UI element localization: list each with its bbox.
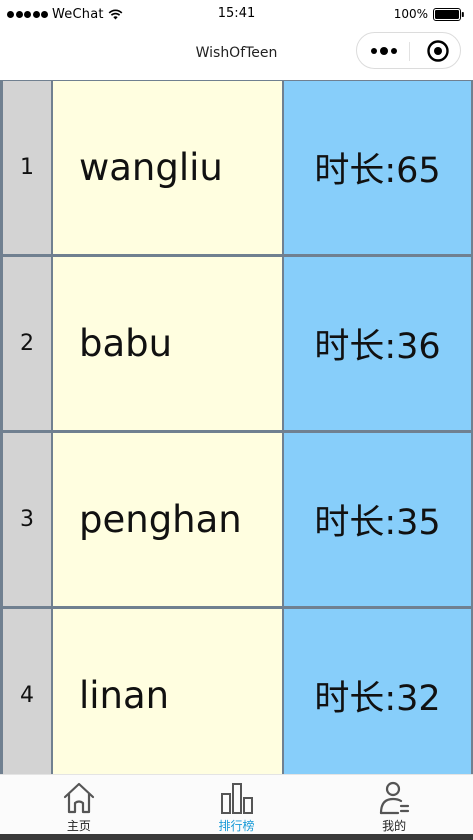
tab-home[interactable]: 主页 — [0, 775, 158, 834]
user-name: wangliu — [53, 81, 284, 254]
rank-number: 3 — [3, 433, 53, 606]
tab-ranking[interactable]: 排行榜 — [158, 775, 316, 834]
miniprogram-capsule — [356, 32, 461, 69]
rank-row[interactable]: 4 linan 时长:32 — [0, 609, 473, 774]
rank-row[interactable]: 1 wangliu 时长:65 — [0, 81, 473, 254]
user-name: linan — [53, 609, 284, 774]
navigation-bar: WishOfTeen — [0, 30, 473, 81]
tab-ranking-label: 排行榜 — [218, 819, 255, 833]
more-options-icon[interactable] — [369, 43, 399, 59]
rank-number: 4 — [3, 609, 53, 774]
tab-mine[interactable]: 我的 — [315, 775, 473, 834]
rank-number: 2 — [3, 257, 53, 430]
status-right: 100% — [394, 7, 465, 21]
status-bar: WeChat 15:41 100% — [0, 0, 473, 30]
duration-value: 时长:65 — [284, 81, 471, 254]
duration-value: 时长:32 — [284, 609, 471, 774]
rank-row[interactable]: 3 penghan 时长:35 — [0, 433, 473, 606]
duration-value: 时长:36 — [284, 257, 471, 430]
tab-home-label: 主页 — [66, 819, 91, 833]
bar-chart-icon — [220, 783, 253, 814]
app-screen: WeChat 15:41 100% WishOfTeen 1 wangliu 时… — [0, 0, 473, 834]
tab-mine-label: 我的 — [382, 819, 407, 833]
user-name: penghan — [53, 433, 284, 606]
capsule-divider — [409, 42, 410, 61]
bottom-frame-strip — [0, 834, 473, 840]
rank-list[interactable]: 1 wangliu 时长:65 2 babu 时长:36 3 penghan 时… — [0, 80, 473, 774]
rank-row[interactable]: 2 babu 时长:36 — [0, 257, 473, 430]
home-icon — [63, 782, 94, 814]
tab-bar: 主页 排行榜 我的 — [0, 774, 473, 834]
duration-value: 时长:35 — [284, 433, 471, 606]
user-name: babu — [53, 257, 284, 430]
battery-icon — [433, 7, 464, 21]
battery-percent: 100% — [393, 7, 428, 21]
rank-number: 1 — [3, 81, 53, 254]
close-miniprogram-icon[interactable] — [426, 39, 450, 63]
user-icon — [380, 781, 410, 815]
